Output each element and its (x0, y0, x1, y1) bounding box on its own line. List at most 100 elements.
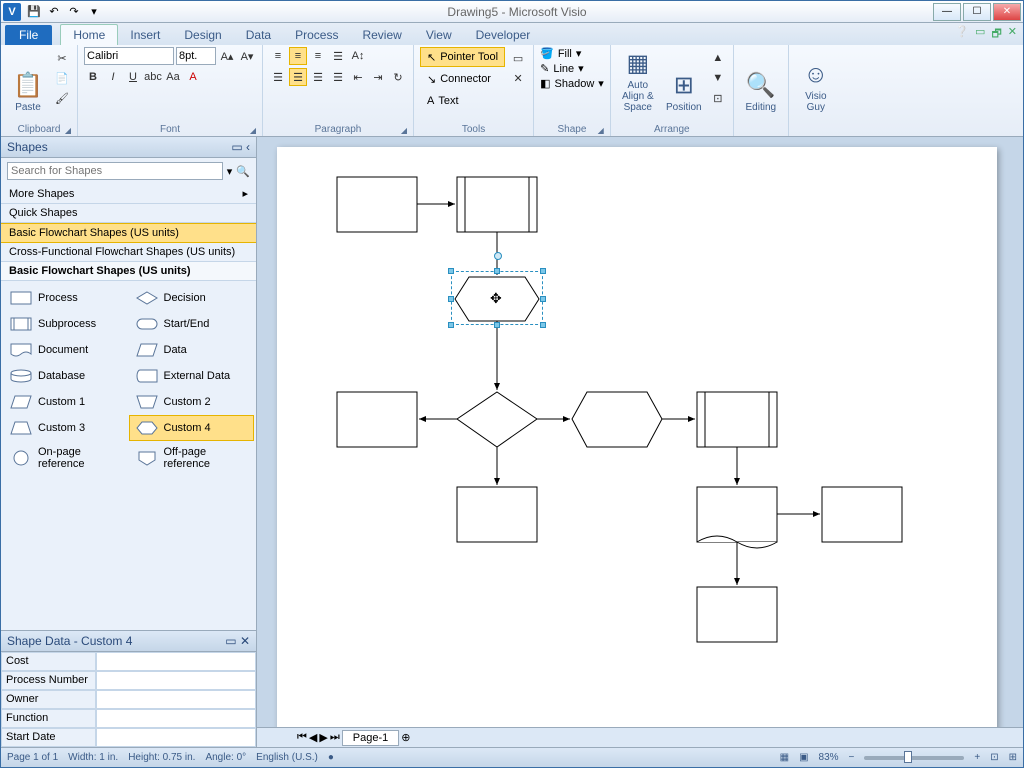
case-button[interactable]: Aa (164, 68, 182, 86)
position-button[interactable]: ⊞ Position (663, 47, 705, 113)
resize-handle-sw[interactable] (448, 322, 454, 328)
shape-item-start-end[interactable]: Start/End (129, 311, 255, 337)
clipboard-launcher[interactable]: ◢ (65, 126, 71, 135)
stencil-cross-functional[interactable]: Cross-Functional Flowchart Shapes (US un… (1, 243, 256, 262)
resize-handle-ne[interactable] (540, 268, 546, 274)
copy-button[interactable]: 📄 (53, 69, 71, 87)
align-center-button[interactable]: ☰ (289, 68, 307, 86)
shapedata-value[interactable] (96, 652, 256, 671)
zoom-in-button[interactable]: + (974, 752, 980, 763)
help-icon[interactable]: ❔ (955, 25, 969, 44)
tab-nav-first[interactable]: ⏮ (297, 731, 307, 744)
shapes-collapse-icon[interactable]: ‹ (246, 140, 250, 154)
font-size-combo[interactable]: 8pt. (176, 47, 216, 65)
tab-view[interactable]: View (414, 25, 464, 45)
selection-box[interactable]: ✥ (451, 271, 543, 325)
font-launcher[interactable]: ◢ (250, 126, 256, 135)
resize-handle-s[interactable] (494, 322, 500, 328)
shape-item-decision[interactable]: Decision (129, 285, 255, 311)
shape-item-custom-2[interactable]: Custom 2 (129, 389, 255, 415)
shapedata-value[interactable] (96, 728, 256, 747)
tab-nav-prev[interactable]: ◀ (309, 731, 317, 744)
grow-font-button[interactable]: A▴ (218, 47, 236, 65)
shrink-font-button[interactable]: A▾ (238, 47, 256, 65)
shape-item-subprocess[interactable]: Subprocess (3, 311, 129, 337)
redo-button[interactable]: ↷ (65, 3, 83, 21)
shape-item-process[interactable]: Process (3, 285, 129, 311)
tab-developer[interactable]: Developer (464, 25, 543, 45)
align-bottom-button[interactable]: ≡ (309, 47, 327, 65)
align-middle-button[interactable]: ≡ (289, 47, 307, 65)
shape-item-off-page-reference[interactable]: Off-page reference (129, 441, 255, 475)
visio-guy-button[interactable]: ☺ Visio Guy (795, 47, 837, 113)
tab-nav-next[interactable]: ▶ (319, 731, 327, 744)
macro-record-icon[interactable]: ● (328, 752, 334, 763)
status-zoom[interactable]: 83% (819, 752, 839, 763)
more-shapes-row[interactable]: More Shapes▸ (1, 184, 256, 204)
shape-launcher[interactable]: ◢ (598, 126, 604, 135)
font-name-combo[interactable]: Calibri (84, 47, 174, 65)
shadow-button[interactable]: ◧Shadow▾ (540, 77, 604, 90)
resize-handle-se[interactable] (540, 322, 546, 328)
page-tab-1[interactable]: Page-1 (342, 730, 399, 746)
bring-front-button[interactable]: ▲ (709, 49, 727, 67)
tab-nav-last[interactable]: ⏭ (330, 731, 340, 744)
resize-handle-e[interactable] (540, 296, 546, 302)
resize-handle-nw[interactable] (448, 268, 454, 274)
save-button[interactable]: 💾 (25, 3, 43, 21)
new-page-icon[interactable]: ⊕ (401, 731, 410, 744)
shape-item-database[interactable]: Database (3, 363, 129, 389)
stencil-basic-flowchart[interactable]: Basic Flowchart Shapes (US units) (1, 223, 256, 243)
pointer-tool-button[interactable]: ↖Pointer Tool (420, 47, 505, 67)
connector-tool-button[interactable]: ↘Connector (420, 69, 505, 89)
paste-button[interactable]: 📋 Paste (7, 47, 49, 113)
decrease-indent-button[interactable]: ⇤ (349, 68, 367, 86)
bullets-button[interactable]: ☰ (329, 47, 347, 65)
editing-button[interactable]: 🔍 Editing (740, 47, 782, 113)
send-back-button[interactable]: ▼ (709, 69, 727, 87)
shapedata-value[interactable] (96, 709, 256, 728)
zoom-thumb[interactable] (904, 751, 912, 763)
rotation-handle[interactable] (494, 252, 502, 260)
qat-more-button[interactable]: ▾ (85, 3, 103, 21)
ribbon-restore-icon[interactable]: 🗗 (991, 25, 1001, 44)
shape-item-on-page-reference[interactable]: On-page reference (3, 441, 129, 475)
shape-item-custom-3[interactable]: Custom 3 (3, 415, 129, 441)
view-fullscreen-icon[interactable]: ▣ (799, 752, 808, 763)
shape-item-custom-1[interactable]: Custom 1 (3, 389, 129, 415)
tab-review[interactable]: Review (350, 25, 413, 45)
view-normal-icon[interactable]: ▦ (780, 752, 789, 763)
maximize-button[interactable]: ☐ (963, 3, 991, 21)
format-painter-button[interactable]: 🖌 (53, 89, 71, 107)
shape-item-document[interactable]: Document (3, 337, 129, 363)
zoom-out-button[interactable]: − (849, 752, 855, 763)
line-button[interactable]: ✎Line▾ (540, 62, 604, 75)
close-button[interactable]: ✕ (993, 3, 1021, 21)
drawing-page[interactable]: ✥ (277, 147, 997, 727)
shapedata-menu-icon[interactable]: ▭ (225, 634, 236, 648)
underline-button[interactable]: U (124, 68, 142, 86)
rotate-text-button[interactable]: ↻ (389, 68, 407, 86)
shapedata-value[interactable] (96, 671, 256, 690)
search-icon[interactable]: 🔍 (236, 165, 250, 178)
rectangle-tool-button[interactable]: ▭ (509, 49, 527, 67)
cut-button[interactable]: ✂ (53, 49, 71, 67)
canvas-scroll[interactable]: ✥ (257, 137, 1023, 727)
justify-button[interactable]: ☰ (329, 68, 347, 86)
undo-button[interactable]: ↶ (45, 3, 63, 21)
font-color-button[interactable]: A (184, 68, 202, 86)
tab-design[interactable]: Design (172, 25, 233, 45)
delete-tool-button[interactable]: ✕ (509, 69, 527, 87)
ribbon-minimize-icon[interactable]: ▭ (975, 25, 985, 44)
italic-button[interactable]: I (104, 68, 122, 86)
auto-align-button[interactable]: ▦ Auto Align & Space (617, 47, 659, 113)
shapes-pane-menu-icon[interactable]: ▭ (231, 140, 242, 154)
strike-button[interactable]: abc (144, 68, 162, 86)
pan-zoom-icon[interactable]: ⊞ (1009, 752, 1017, 763)
group-button[interactable]: ⊡ (709, 89, 727, 107)
tab-process[interactable]: Process (283, 25, 350, 45)
status-lang[interactable]: English (U.S.) (256, 752, 318, 763)
text-tool-button[interactable]: AText (420, 91, 505, 111)
quick-shapes-row[interactable]: Quick Shapes (1, 204, 256, 223)
bold-button[interactable]: B (84, 68, 102, 86)
